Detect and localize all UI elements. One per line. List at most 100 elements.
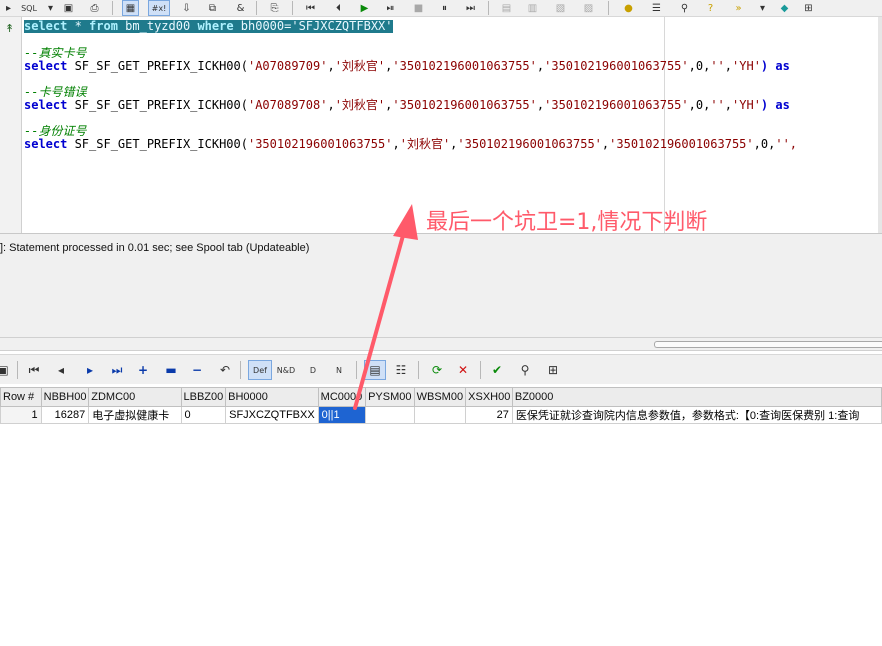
dropdown-arrow-icon[interactable]: ▾ [754,0,771,16]
mc0000-cell-selected[interactable]: 0||1 [317,406,367,424]
database-icon[interactable]: ◆ [776,0,793,16]
delete-record-icon[interactable]: ▥ [524,0,541,16]
refresh-icon[interactable]: ⟳ [426,360,448,380]
string-literal: '350102196001063755' [544,98,689,112]
bz0000-cell[interactable]: 医保凭证就诊查询院内信息参数值，参数格式:【0:查询医保费别 1:查询 [511,406,882,424]
remove-record-icon[interactable]: − [186,360,208,380]
def-button[interactable]: Def [248,360,272,380]
undo-icon[interactable]: ↶ [214,360,236,380]
link-icon[interactable]: & [232,0,249,16]
horizontal-scrollbar[interactable] [0,337,882,351]
string-literal: 'A07089709' [247,59,328,73]
string-literal: '刘秋官' [334,59,386,73]
nbbh00-cell[interactable]: 16287 [40,406,90,424]
editor-right-margin [664,17,665,233]
first-record-icon[interactable]: ⏮ [302,0,319,16]
pysm00-cell[interactable] [365,406,415,424]
database-search-icon[interactable]: ⚲ [514,360,536,380]
annotation-text: 最后一个坑卫=1,情况下判断 [426,210,708,235]
xsxh00-cell[interactable]: 27 [465,406,513,424]
last-record-icon[interactable]: ⏭ [106,360,128,380]
wbsm00-cell[interactable] [413,406,467,424]
help-icon[interactable]: ? [702,0,719,16]
copy-icon[interactable]: ⧉ [204,0,221,16]
column-header[interactable]: WBSM00 [413,387,467,407]
zdmc00-cell[interactable]: 电子虚拟健康卡 [88,406,182,424]
next-record-icon[interactable]: ⏯ [382,0,399,16]
d-label: D [309,365,317,375]
n-button[interactable]: N [328,360,350,380]
keyword: where [197,19,234,33]
d-button[interactable]: D [302,360,324,380]
last-record-icon[interactable]: ⏭ [462,0,479,16]
execute-grid-icon[interactable]: ▦ [122,0,139,16]
column-header[interactable]: LBBZ00 [180,387,227,407]
print-icon[interactable]: ⎙ [86,0,103,16]
form-view-icon[interactable]: ☷ [390,360,412,380]
sql-button[interactable]: SQL [18,0,40,16]
stop-icon[interactable]: ■ [410,0,427,16]
toolbar-separator [480,361,481,379]
code-text: 0 [695,98,704,112]
export-icon[interactable]: ⎘ [266,0,283,16]
string-literal: '350102196001063755' [544,59,689,73]
column-header[interactable]: BZ0000 [511,387,882,407]
lbbz00-cell[interactable]: 0 [180,406,227,424]
format-icon[interactable]: ☰ [648,0,665,16]
table-row[interactable]: 1 16287 电子虚拟健康卡 0 SFJXCZQTFBXX 0||1 27 医… [0,406,882,424]
explain-plan-icon[interactable]: ● [620,0,637,16]
find-icon[interactable]: ⚲ [676,0,693,16]
sql-line-query-4[interactable]: select SF_SF_GET_PREFIX_ICKH00('35010219… [24,138,797,151]
keyword: select [24,98,68,112]
current-line-marker-icon: ↟ [5,22,15,35]
add-record-icon[interactable]: + [132,360,154,380]
string-literal: '350102196001063755' [392,59,537,73]
sql-line-query-2[interactable]: select SF_SF_GET_PREFIX_ICKH00('A0708970… [24,60,790,73]
sql-line-query-3[interactable]: select SF_SF_GET_PREFIX_ICKH00('A0708970… [24,99,790,112]
save-icon[interactable]: ▣ [0,360,14,380]
next-record-icon[interactable]: ▸ [79,360,101,380]
cancel-record-icon[interactable]: ▨ [580,0,597,16]
post-record-icon[interactable]: ▧ [552,0,569,16]
table-icon[interactable]: ⊞ [800,0,817,16]
fast-forward-icon[interactable]: » [730,0,747,16]
column-header[interactable]: MC0000 [317,387,367,407]
commit-icon[interactable]: ⇩ [178,0,195,16]
column-header[interactable]: PYSM00 [365,387,415,407]
play-icon[interactable]: ▶ [356,0,373,16]
sql-editor[interactable]: ↟ select * from bm_tyzd00 where bh0000='… [0,17,882,233]
columns-icon[interactable]: ⊞ [542,360,564,380]
string-literal: '350102196001063755' [457,137,602,151]
scrollbar-thumb[interactable] [654,341,882,348]
column-header[interactable]: XSXH00 [465,387,513,407]
column-header[interactable]: ZDMC00 [88,387,182,407]
save-icon[interactable]: ▣ [60,0,77,16]
code-text: 0 [760,137,769,151]
prev-record-icon[interactable]: ⏴ [330,0,347,16]
column-header[interactable]: NBBH00 [40,387,90,407]
dropdown-arrow-icon[interactable]: ▾ [42,0,59,16]
column-header[interactable]: Row # [0,387,42,407]
bh0000-cell[interactable]: SFJXCZQTFBXX [225,406,319,424]
editor-vertical-scrollbar[interactable] [878,17,882,233]
prev-record-icon[interactable]: ◂ [50,360,72,380]
insert-record-icon[interactable]: ▤ [498,0,515,16]
toolbar-edge-icon[interactable]: ▸ [0,0,17,16]
toolbar-separator [356,361,357,379]
toolbar-separator [17,361,18,379]
code-text: * [67,19,90,33]
edit-record-icon[interactable]: ▬ [160,360,182,380]
show-chars-button[interactable]: #x! [148,0,170,16]
first-record-icon[interactable]: ⏮ [23,360,45,380]
column-header[interactable]: BH0000 [225,387,319,407]
nd-button[interactable]: N&D [274,360,298,380]
string-literal: 'A07089708' [247,98,328,112]
row-number-cell[interactable]: 1 [0,406,42,424]
code-text: bh0000= [233,19,292,33]
verify-icon[interactable]: ✔ [486,360,508,380]
chars-label: #x! [151,3,167,13]
grid-view-icon[interactable]: ▤ [364,360,386,380]
pause-icon[interactable]: ⏸ [436,0,453,16]
sql-line-1[interactable]: select * from bm_tyzd00 where bh0000='SF… [24,20,393,33]
clear-icon[interactable]: ✕ [452,360,474,380]
